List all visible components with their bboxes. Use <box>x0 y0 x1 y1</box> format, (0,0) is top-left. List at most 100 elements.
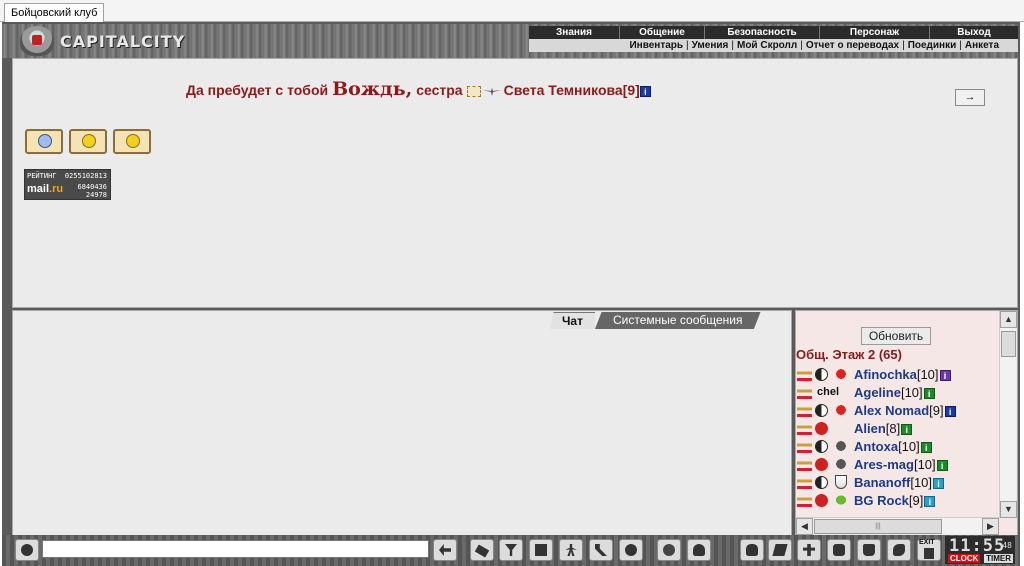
user-row: Afinochka[10] i <box>797 366 997 384</box>
info-icon[interactable]: i <box>639 85 651 97</box>
greeting-player-name[interactable]: Света Темникова <box>504 82 623 98</box>
private-chat-icon[interactable] <box>797 421 812 435</box>
scroll-thumb[interactable] <box>1001 331 1016 357</box>
private-chat-icon[interactable] <box>797 367 812 381</box>
clan-icon[interactable] <box>833 493 849 507</box>
info-icon[interactable]: i <box>939 370 951 382</box>
scroll-up-icon[interactable]: ▲ <box>1000 311 1017 328</box>
vertical-scrollbar[interactable]: ▲ ▼ <box>999 311 1017 518</box>
user-nick[interactable]: Antoxa <box>854 439 898 454</box>
clock-tab[interactable]: CLOCK <box>948 554 981 563</box>
scroll-face <box>82 134 96 148</box>
gift-icon[interactable] <box>827 539 851 561</box>
submenu-my-scroll[interactable]: Мой Скролл <box>734 39 800 52</box>
user-row: Alex Nomad[9] i <box>797 402 997 420</box>
scroll-person-icon[interactable] <box>25 129 63 154</box>
user-row: chel Ageline[10] i <box>797 384 997 402</box>
tab-system-messages[interactable]: Системные сообщения <box>594 312 761 329</box>
user-name[interactable]: Ares-mag[10] i <box>854 456 948 474</box>
private-chat-icon[interactable] <box>797 385 812 399</box>
chat-panel <box>12 310 792 536</box>
menu-item-exit[interactable]: Выход <box>929 26 1018 39</box>
chat-tabs: Чат Системные сообщения <box>550 312 761 329</box>
chat-input[interactable] <box>42 540 429 558</box>
filter-icon[interactable] <box>499 539 523 561</box>
info-icon[interactable]: i <box>944 406 956 418</box>
private-chat-icon[interactable] <box>797 475 812 489</box>
tab-chat[interactable]: Чат <box>550 312 595 329</box>
private-chat-icon[interactable] <box>797 439 812 453</box>
user-name[interactable]: Bananoff[10] i <box>854 474 945 492</box>
clan-icon[interactable] <box>833 367 849 381</box>
submenu-profile[interactable]: Анкета <box>962 39 1002 52</box>
clan-icon[interactable] <box>833 457 849 471</box>
menu-item-security[interactable]: Безопасность <box>704 26 819 39</box>
submenu-transfer-report[interactable]: Отчет о переводах <box>803 39 902 52</box>
user-name[interactable]: Alien[8] i <box>854 420 913 438</box>
next-arrow-button[interactable]: → <box>955 89 985 106</box>
user-nick[interactable]: Ageline <box>854 385 901 400</box>
counter-label: РЕЙТИНГ <box>27 172 57 180</box>
menu-item-communication[interactable]: Общение <box>619 26 704 39</box>
browser-tab[interactable]: Бойцовский клуб <box>4 3 105 23</box>
info-icon[interactable]: i <box>933 478 945 490</box>
user-row: Alien[8] i <box>797 420 997 438</box>
lock-icon[interactable] <box>857 539 881 561</box>
scroll-thumb-horizontal[interactable]: ||| <box>814 519 942 534</box>
scroll-left-icon[interactable]: ◀ <box>796 518 813 535</box>
info-icon[interactable]: i <box>924 496 936 508</box>
cross-icon[interactable] <box>797 539 821 561</box>
private-chat-icon[interactable] <box>797 493 812 507</box>
eraser-icon[interactable] <box>470 539 494 561</box>
save-icon[interactable] <box>529 539 553 561</box>
submenu-inventory[interactable]: Инвентарь <box>626 39 686 52</box>
private-chat-icon[interactable] <box>797 403 812 417</box>
info-icon[interactable]: i <box>901 424 913 436</box>
clan-badge-icon <box>466 85 481 97</box>
translit-icon[interactable] <box>589 539 613 561</box>
refresh-button[interactable]: Обновить <box>861 327 931 345</box>
exit-door-icon[interactable]: EXIT <box>917 539 941 561</box>
info-icon[interactable]: i <box>936 460 948 472</box>
user-nick[interactable]: Alien <box>854 421 886 436</box>
user-nick[interactable]: BG Rock <box>854 493 909 508</box>
chat-head-icon[interactable] <box>15 539 39 561</box>
clan-icon[interactable] <box>833 403 849 417</box>
submenu-fights[interactable]: Поединки <box>905 39 960 52</box>
scroll-face <box>126 134 140 148</box>
scroll-smile-wink-icon[interactable] <box>69 129 107 154</box>
clan-icon[interactable] <box>835 475 847 489</box>
user-nick[interactable]: Ares-mag <box>854 457 914 472</box>
user-name[interactable]: Ageline[10] i <box>854 384 935 402</box>
send-enter-icon[interactable] <box>433 539 457 561</box>
chat-head-glyph <box>21 544 33 556</box>
menu-item-character[interactable]: Персонаж <box>819 26 929 39</box>
helmet-icon[interactable] <box>687 539 711 561</box>
user-nick[interactable]: Alex Nomad <box>854 403 929 418</box>
bag-icon[interactable] <box>740 539 764 561</box>
scroll-map-icon[interactable] <box>768 539 792 561</box>
smiley-icon[interactable] <box>657 539 681 561</box>
horizontal-scrollbar[interactable]: ◀ ||| ▶ <box>796 517 999 535</box>
scroll-smile-icon[interactable] <box>113 129 151 154</box>
user-name[interactable]: Afinochka[10] i <box>854 366 951 384</box>
clan-icon[interactable] <box>833 439 849 453</box>
user-name[interactable]: Alex Nomad[9] i <box>854 402 956 420</box>
mail-ru-counter[interactable]: РЕЙТИНГ 0255102813 mail.ru 6840436 24978 <box>24 169 111 200</box>
private-chat-icon[interactable] <box>797 457 812 471</box>
user-name[interactable]: Antoxa[10] i <box>854 438 932 456</box>
scroll-right-icon[interactable]: ▶ <box>982 518 999 535</box>
translit-glyph <box>595 544 607 556</box>
menu-item-knowledge[interactable]: Знания <box>529 26 619 39</box>
fighter-icon[interactable] <box>559 539 583 561</box>
user-nick[interactable]: Afinochka <box>854 367 917 382</box>
info-icon[interactable]: i <box>920 442 932 454</box>
user-nick[interactable]: Bananoff <box>854 475 910 490</box>
sound-icon[interactable] <box>619 539 643 561</box>
hand-icon[interactable] <box>887 539 911 561</box>
submenu-skills[interactable]: Умения <box>689 39 732 52</box>
scroll-down-icon[interactable]: ▼ <box>1000 501 1017 518</box>
timer-tab[interactable]: TIMER <box>984 554 1013 563</box>
info-icon[interactable]: i <box>923 388 935 400</box>
user-name[interactable]: BG Rock[9] i <box>854 492 936 510</box>
